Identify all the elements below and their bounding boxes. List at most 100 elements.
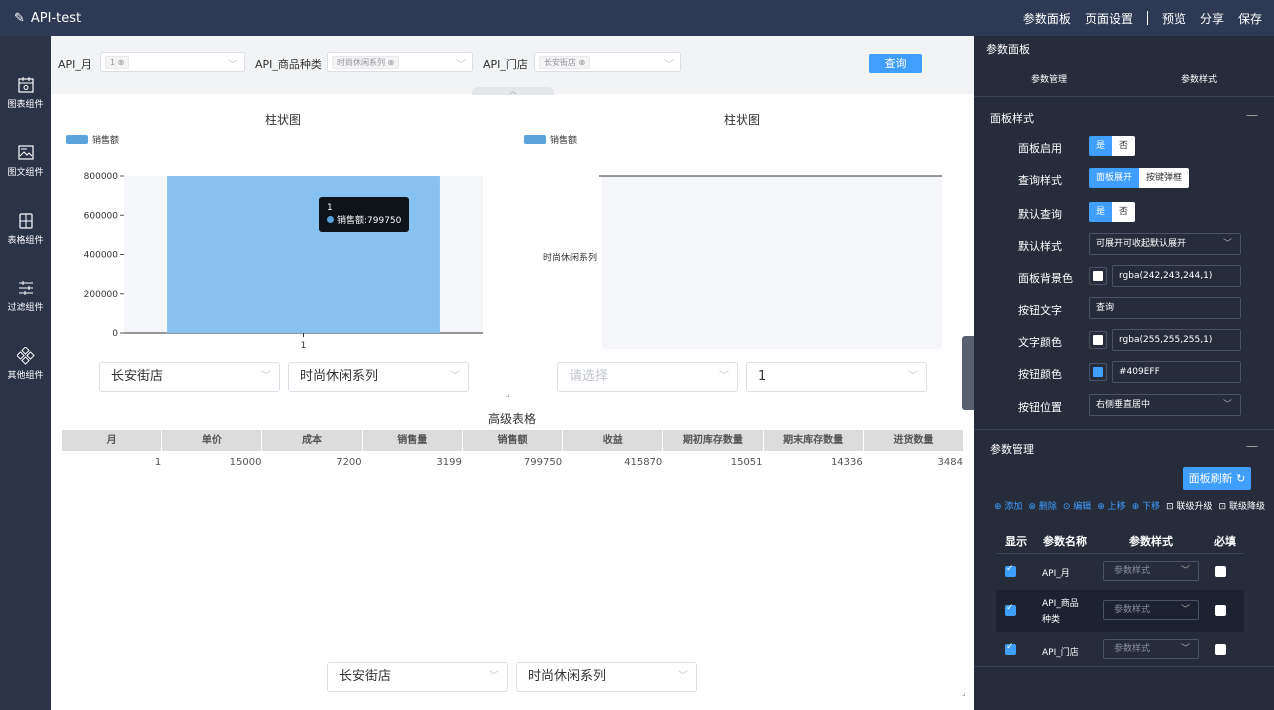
move-down-button[interactable]: ⊕ 下移 xyxy=(1132,499,1160,512)
color-picker[interactable] xyxy=(1089,363,1107,381)
divider xyxy=(974,666,1274,667)
table-header-cell[interactable]: 单价 xyxy=(162,430,263,451)
preview-button[interactable]: 预览 xyxy=(1162,10,1186,27)
param-style-select[interactable]: 参数样式 ﹀ xyxy=(1103,600,1199,620)
side-drawer-handle[interactable] xyxy=(962,336,974,410)
enable-toggle[interactable]: 是 否 xyxy=(1089,136,1136,156)
filter-store-select[interactable]: 长安街店 ⊗ ﹀ xyxy=(534,52,681,72)
cascade-up-button[interactable]: ⊡ 联级升级 xyxy=(1166,499,1212,512)
chart2-month-dropdown[interactable]: 1 ﹀ xyxy=(746,362,927,392)
query-style-toggle[interactable]: 面板展开 按键弹框 xyxy=(1089,168,1190,188)
default-style-select[interactable]: 可展开可收起默认展开 ﹀ xyxy=(1089,233,1241,255)
filter-category-select[interactable]: 时尚休闲系列 ⊗ ﹀ xyxy=(327,52,473,72)
chart1-plot: 800000 600000 400000 200000 0 1 xyxy=(84,172,483,351)
top-bar: ✎ API-test 参数面板 页面设置 预览 分享 保存 xyxy=(0,0,1274,36)
move-up-button[interactable]: ⊕ 上移 xyxy=(1097,499,1125,512)
table-store-dropdown[interactable]: 长安街店 ﹀ xyxy=(327,662,508,692)
row-button-text: 按钮文字 查询 xyxy=(974,297,1274,321)
col-header: 参数样式 xyxy=(1129,535,1173,548)
legend-swatch xyxy=(66,135,88,144)
button-text-input[interactable]: 查询 xyxy=(1089,297,1241,319)
cascade-down-button[interactable]: ⊡ 联级降级 xyxy=(1219,499,1265,512)
bg-color-input[interactable]: rgba(242,243,244,1) xyxy=(1112,265,1241,287)
required-checkbox[interactable] xyxy=(1215,566,1226,577)
share-button[interactable]: 分享 xyxy=(1200,10,1224,27)
table-header-cell[interactable]: 销售额 xyxy=(463,430,564,451)
add-button[interactable]: ⊕ 添加 xyxy=(994,499,1022,512)
required-checkbox[interactable] xyxy=(1215,644,1226,655)
divider xyxy=(1146,11,1148,25)
option-yes[interactable]: 是 xyxy=(1089,136,1113,156)
color-picker[interactable] xyxy=(1089,267,1107,285)
nav-label: 表格组件 xyxy=(7,236,44,246)
nav-item-chart-component[interactable]: 图表组件 xyxy=(0,76,51,110)
table-header-cell[interactable]: 成本 xyxy=(262,430,363,451)
tooltip-dot xyxy=(327,216,334,223)
option-no[interactable]: 否 xyxy=(1112,136,1136,156)
show-checkbox[interactable] xyxy=(1005,642,1016,655)
row-default-query: 默认查询 是 否 xyxy=(974,201,1274,225)
collapse-minus-icon[interactable]: — xyxy=(1246,108,1258,122)
tab-param-manage[interactable]: 参数管理 xyxy=(974,64,1124,96)
param-panel-button[interactable]: 参数面板 xyxy=(1023,10,1071,27)
table-header-cell[interactable]: 收益 xyxy=(563,430,664,451)
chevron-down-icon: ﹀ xyxy=(261,371,271,382)
edit-icon[interactable]: ✎ xyxy=(14,11,25,26)
filter-label-category: API_商品种类 xyxy=(255,58,322,71)
text-color-input[interactable]: rgba(255,255,255,1) xyxy=(1112,329,1241,351)
chart1-y-tick-label: 200000 xyxy=(84,290,119,300)
edit-button[interactable]: ⊙ 编辑 xyxy=(1063,499,1091,512)
param-toolbar: ⊕ 添加 ⊗ 删除 ⊙ 编辑 ⊕ 上移 ⊕ 下移 ⊡ 联级升级 ⊡ 联级降级 xyxy=(994,499,1265,512)
chevron-down-icon: ﹀ xyxy=(1180,605,1190,615)
table-header-cell[interactable]: 期初库存数量 xyxy=(663,430,764,451)
show-checkbox[interactable] xyxy=(1005,564,1016,577)
page-settings-button[interactable]: 页面设置 xyxy=(1085,10,1133,27)
option-no[interactable]: 否 xyxy=(1112,202,1136,222)
row-label: 按钮位置 xyxy=(1018,401,1062,414)
param-table-header: 显示 参数名称 参数样式 必填 xyxy=(996,526,1244,554)
table-category-dropdown[interactable]: 时尚休闲系列 ﹀ xyxy=(516,662,697,692)
param-style-select[interactable]: 参数样式 ﹀ xyxy=(1103,639,1199,659)
chevron-down-icon: ﹀ xyxy=(489,671,499,682)
chart1-category-dropdown[interactable]: 时尚休闲系列 ﹀ xyxy=(288,362,469,392)
resize-handle-icon[interactable]: ⌟ xyxy=(506,389,510,398)
option-expand[interactable]: 面板展开 xyxy=(1089,168,1140,188)
query-filter-bar: API_月 1 ⊗ ﹀ API_商品种类 时尚休闲系列 ⊗ ﹀ API_门店 长… xyxy=(51,36,974,95)
param-name: API_门店 xyxy=(1042,648,1079,658)
collapse-toggle[interactable]: ︿ xyxy=(472,87,554,95)
delete-button[interactable]: ⊗ 删除 xyxy=(1028,499,1056,512)
param-style-select[interactable]: 参数样式 ﹀ xyxy=(1103,561,1199,581)
button-position-select[interactable]: 右侧垂直居中 ﹀ xyxy=(1089,394,1241,416)
chart1-legend[interactable]: 销售额 xyxy=(66,133,119,146)
color-picker[interactable] xyxy=(1089,331,1107,349)
nav-item-filter-component[interactable]: 过滤组件 xyxy=(0,279,51,313)
collapse-minus-icon[interactable]: — xyxy=(1246,439,1258,453)
image-text-component-icon xyxy=(17,145,34,160)
nav-item-image-text-component[interactable]: 图文组件 xyxy=(0,144,51,178)
table-header-cell[interactable]: 期末库存数量 xyxy=(764,430,864,451)
table-header-cell[interactable]: 销售量 xyxy=(363,430,463,451)
resize-handle-icon[interactable]: ⌟ xyxy=(962,688,966,697)
panel-refresh-button[interactable]: 面板刷新 ↻ xyxy=(1183,467,1251,490)
chart2-legend[interactable]: 销售额 xyxy=(524,133,577,146)
option-yes[interactable]: 是 xyxy=(1089,202,1113,222)
chart1-y-tick-label: 800000 xyxy=(84,172,119,182)
required-checkbox[interactable] xyxy=(1215,605,1226,616)
chart1-store-dropdown[interactable]: 长安街店 ﹀ xyxy=(99,362,280,392)
nav-item-other-component[interactable]: 其他组件 xyxy=(0,347,51,381)
table-cell: 3484 xyxy=(937,457,963,468)
row-default-style: 默认样式 可展开可收起默认展开 ﹀ xyxy=(974,233,1274,257)
show-checkbox[interactable] xyxy=(1005,603,1016,616)
query-button[interactable]: 查询 xyxy=(869,54,922,73)
option-popup[interactable]: 按键弹框 xyxy=(1139,168,1190,188)
save-button[interactable]: 保存 xyxy=(1238,10,1262,27)
table-cell: 15051 xyxy=(730,457,763,468)
nav-item-table-component[interactable]: 表格组件 xyxy=(0,212,51,246)
table-header-cell[interactable]: 进货数量 xyxy=(864,430,964,451)
default-query-toggle[interactable]: 是 否 xyxy=(1089,202,1136,222)
table-header-cell[interactable]: 月 xyxy=(62,430,163,451)
tab-param-style[interactable]: 参数样式 xyxy=(1124,64,1274,96)
button-color-input[interactable]: #409EFF xyxy=(1112,361,1241,383)
chart2-placeholder-dropdown[interactable]: 请选择 ﹀ xyxy=(557,362,738,392)
filter-month-select[interactable]: 1 ⊗ ﹀ xyxy=(100,52,245,72)
